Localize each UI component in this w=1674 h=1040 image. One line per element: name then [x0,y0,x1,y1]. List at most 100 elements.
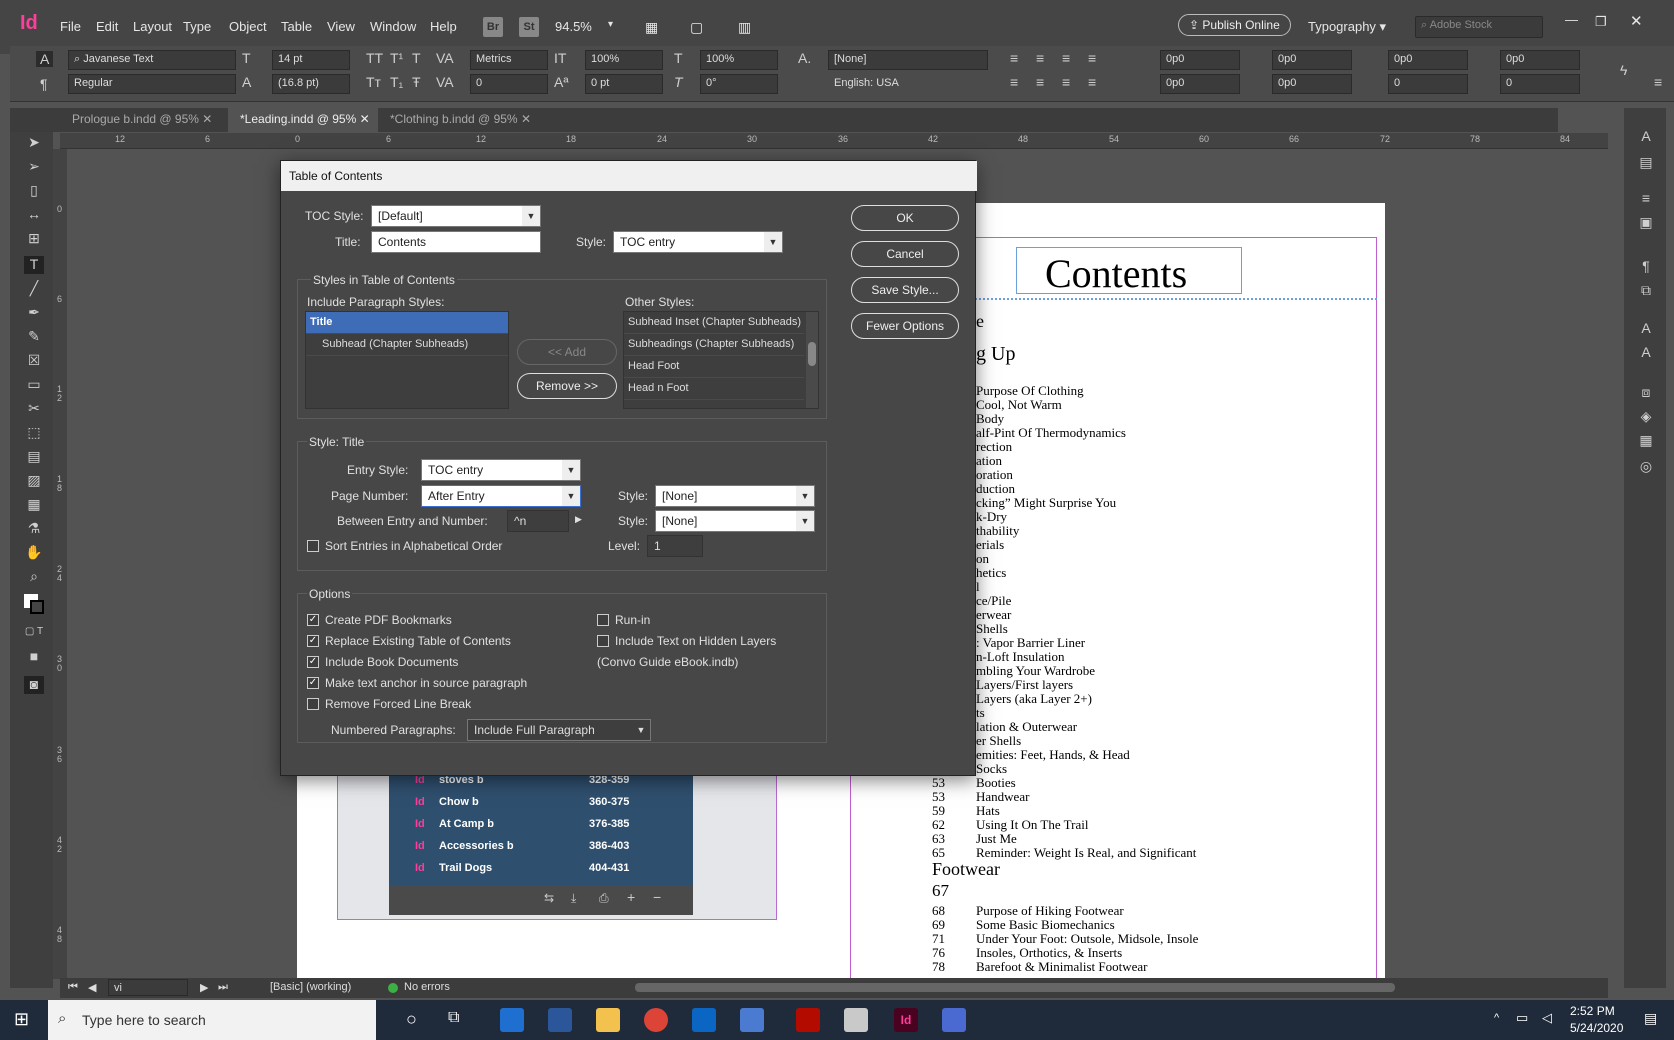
justify-right-icon[interactable]: ≡ [1062,74,1070,90]
close-icon[interactable]: ✕ [521,112,531,126]
content-collector-icon[interactable]: ⊞ [24,230,44,248]
cc-libraries-icon[interactable]: ◎ [1636,458,1656,476]
gradient-swatch-tool-icon[interactable]: ▤ [24,448,44,466]
eyedropper-tool-icon[interactable]: ⚗ [24,520,44,538]
panel-menu-icon[interactable]: ≡ [1654,74,1662,90]
character-style-field[interactable]: [None] [828,50,988,70]
vertical-ruler[interactable]: 0 6 1 2 1 8 2 4 3 0 3 6 4 2 4 8 [53,149,67,979]
title-frame[interactable]: Contents [1016,247,1242,296]
page-field[interactable]: vi [108,979,188,996]
workspace-switcher[interactable]: Typography ▾ [1308,19,1386,35]
sort-checkbox[interactable] [307,540,319,552]
indesign-taskbar-icon[interactable]: Id [894,1008,918,1032]
run-in-checkbox[interactable] [597,614,609,626]
next-page-icon[interactable]: ▶ [200,981,208,994]
save-style-button[interactable]: Save Style... [851,277,959,303]
other-styles-list[interactable]: Subhead Inset (Chapter Subheads) Subhead… [623,311,819,409]
character-mode-icon[interactable]: A [36,51,54,67]
publish-online-button[interactable]: ⇪ Publish Online [1178,14,1291,36]
text-wrap-icon[interactable]: ⧉ [1636,282,1656,300]
close-icon[interactable]: ✕ [1630,12,1643,30]
notepad-icon[interactable] [942,1008,966,1032]
page-number-style-select[interactable]: [None] ▼ [655,485,815,507]
book-row[interactable]: Id Trail Dogs 404-431 [389,858,679,880]
kerning-field[interactable]: Metrics [470,50,548,70]
arrange-documents-icon[interactable]: ▥ [738,19,751,36]
justify-center-icon[interactable]: ≡ [1036,74,1044,90]
fewer-options-button[interactable]: Fewer Options [851,313,959,339]
book-row[interactable]: Id At Camp b 376-385 [389,814,679,836]
app-icon[interactable] [844,1008,868,1032]
mail-icon[interactable] [692,1008,716,1032]
character-styles-icon[interactable]: A [1636,128,1656,146]
baseline-shift-field[interactable]: 0 pt [585,74,663,94]
fill-stroke-swatch-icon[interactable] [24,594,46,614]
numbered-paragraphs-select[interactable]: Include Full Paragraph ▼ [467,719,651,741]
scissors-tool-icon[interactable]: ✂ [24,400,44,418]
layers-icon[interactable]: ◈ [1636,408,1656,426]
font-size-field[interactable]: 14 pt [272,50,350,70]
last-line-indent-field[interactable]: 0p0 [1272,74,1352,94]
task-view-icon[interactable]: ⧉ [448,1009,459,1027]
hand-tool-icon[interactable]: ✋ [24,544,44,562]
notifications-icon[interactable]: ▤ [1644,1010,1657,1027]
menu-file[interactable]: File [60,19,81,34]
stroke-icon[interactable]: ≡ [1636,190,1656,208]
menu-type[interactable]: Type [183,19,211,34]
last-page-icon[interactable]: ⏭ [218,981,228,994]
justify-left-icon[interactable]: ≡ [1010,74,1018,90]
close-icon[interactable]: ✕ [360,112,370,126]
paragraph-mode-icon[interactable]: ¶ [40,76,48,92]
toc-text-frame[interactable]: e g Up Purpose Of Clothing Cool, Not War… [932,307,1372,977]
windows-start-icon[interactable]: ⊞ [14,1009,29,1030]
justify-all-icon[interactable]: ≡ [1088,74,1096,90]
remove-document-icon[interactable]: − [653,889,661,905]
selection-tool-icon[interactable]: ➤ [24,134,44,152]
align-left-icon[interactable]: ≡ [1010,50,1018,66]
paragraph-styles-icon[interactable]: ▤ [1636,154,1656,172]
list-item[interactable]: Subheadings (Chapter Subheads) [624,334,804,356]
justify-icon[interactable]: ≡ [1088,50,1096,66]
tab-clothing[interactable]: *Clothing b.indd @ 95% ✕ [378,108,543,132]
toc-style-select[interactable]: [Default] ▼ [371,205,541,227]
left-indent-field[interactable]: 0p0 [1160,50,1240,70]
acrobat-icon[interactable] [796,1008,820,1032]
lightning-icon[interactable]: ϟ [1620,62,1627,78]
remove-forced-break-checkbox[interactable] [307,698,319,710]
strikethrough-icon[interactable]: Ŧ [412,74,421,90]
drop-cap-lines-field[interactable]: 0 [1388,74,1468,94]
volume-icon[interactable]: ◁ [1542,1010,1552,1026]
list-item[interactable]: Subhead (Chapter Subheads) [306,334,508,356]
book-row[interactable]: Id Chow b 360-375 [389,792,679,814]
list-item[interactable]: Head Foot [624,356,804,378]
menu-layout[interactable]: Layout [133,19,172,34]
object-styles-icon[interactable]: A [1636,344,1656,362]
rectangle-tool-icon[interactable]: ▭ [24,376,44,394]
tab-prologue[interactable]: Prologue b.indd @ 95% ✕ [60,108,225,132]
title-style-select[interactable]: TOC entry ▼ [613,231,783,253]
all-caps-icon[interactable]: TT [366,50,383,66]
preflight-status[interactable]: No errors [404,981,450,993]
zoom-tool-icon[interactable]: ⌕ [24,568,44,586]
cancel-button[interactable]: Cancel [851,241,959,267]
clock-date[interactable]: 5/24/2020 [1570,1021,1623,1035]
ok-button[interactable]: OK [851,205,959,231]
tab-leading[interactable]: *Leading.indd @ 95% ✕ [228,108,382,132]
formatting-affects-icon[interactable]: ▢ T [24,626,44,644]
space-after-field[interactable]: 0p0 [1500,50,1580,70]
network-icon[interactable]: ▭ [1516,1010,1528,1026]
previous-page-icon[interactable]: ◀ [88,981,96,994]
level-stepper[interactable]: 1 [647,535,703,557]
title-input[interactable]: Contents [371,231,541,253]
swatches-icon[interactable]: ▣ [1636,214,1656,232]
book-row[interactable]: Id Accessories b 386-403 [389,836,679,858]
pencil-tool-icon[interactable]: ✎ [24,328,44,346]
clock-time[interactable]: 2:52 PM [1570,1004,1615,1018]
gap-tool-icon[interactable]: ↔ [24,206,44,224]
preflight-profile[interactable]: [Basic] (working) [270,981,351,993]
paragraph-icon[interactable]: ¶ [1636,258,1656,276]
links-icon[interactable]: ▦ [1636,432,1656,450]
menu-window[interactable]: Window [370,19,416,34]
screen-mode-icon[interactable]: ▢ [690,19,703,36]
stock-button[interactable]: St [519,17,539,37]
